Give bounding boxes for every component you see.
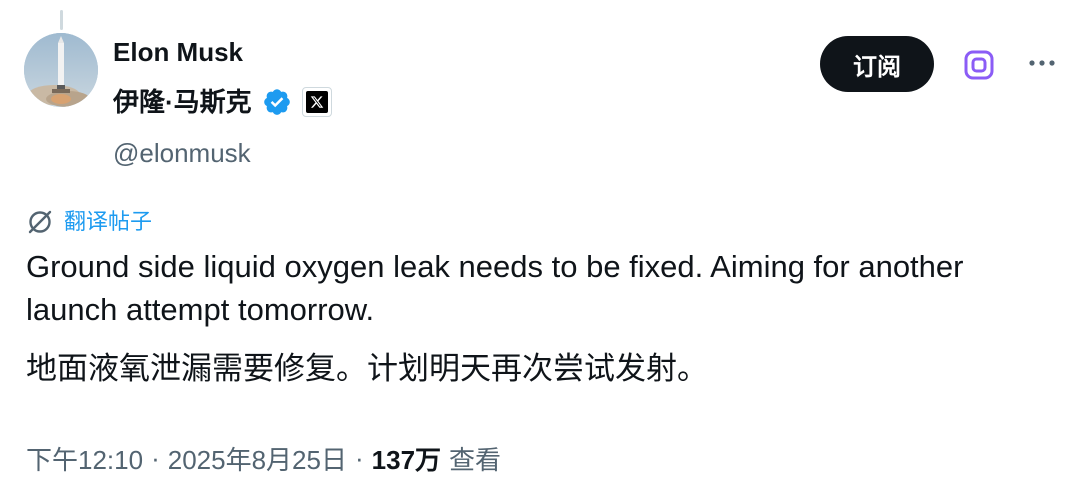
tweet-detail: Elon Musk 伊隆·马斯克 @elonmusk 订阅 翻译帖子 Groun… (0, 0, 1080, 492)
author-display-name-zh[interactable]: 伊隆·马斯克 (113, 86, 252, 118)
x-affiliate-badge[interactable] (301, 87, 332, 117)
views-count[interactable]: 137万 (372, 440, 441, 477)
avatar[interactable] (24, 33, 98, 107)
grok-icon (964, 50, 994, 80)
post-time[interactable]: 下午12:10 (26, 440, 143, 477)
subscribe-button[interactable]: 订阅 (820, 36, 934, 92)
translate-post-link[interactable]: 翻译帖子 (26, 207, 152, 237)
translate-label[interactable]: 翻译帖子 (64, 207, 152, 237)
post-text-translated: 地面液氧泄漏需要修复。计划明天再次尝试发射。 (26, 351, 708, 386)
post-body: Ground side liquid oxygen leak needs to … (26, 245, 1046, 390)
grok-button[interactable] (960, 46, 998, 84)
rocket-photo-icon (24, 33, 98, 107)
views-label[interactable]: 查看 (449, 440, 501, 477)
translate-icon (28, 210, 52, 234)
verified-badge-icon[interactable] (262, 87, 292, 117)
x-logo-icon (305, 91, 328, 113)
meta-separator: · (354, 442, 364, 473)
author-handle[interactable]: @elonmusk (113, 137, 251, 169)
post-date[interactable]: 2025年8月25日 (168, 440, 347, 477)
more-horizontal-icon (1029, 60, 1055, 66)
author-name-row: 伊隆·马斯克 (113, 82, 332, 122)
post-meta: 下午12:10 · 2025年8月25日 · 137万 查看 (26, 438, 501, 478)
thread-connector-line (60, 10, 63, 30)
post-text-original: Ground side liquid oxygen leak needs to … (26, 249, 964, 327)
more-options-button[interactable] (1024, 48, 1060, 78)
meta-separator: · (151, 442, 160, 473)
author-display-name[interactable]: Elon Musk (113, 36, 243, 68)
